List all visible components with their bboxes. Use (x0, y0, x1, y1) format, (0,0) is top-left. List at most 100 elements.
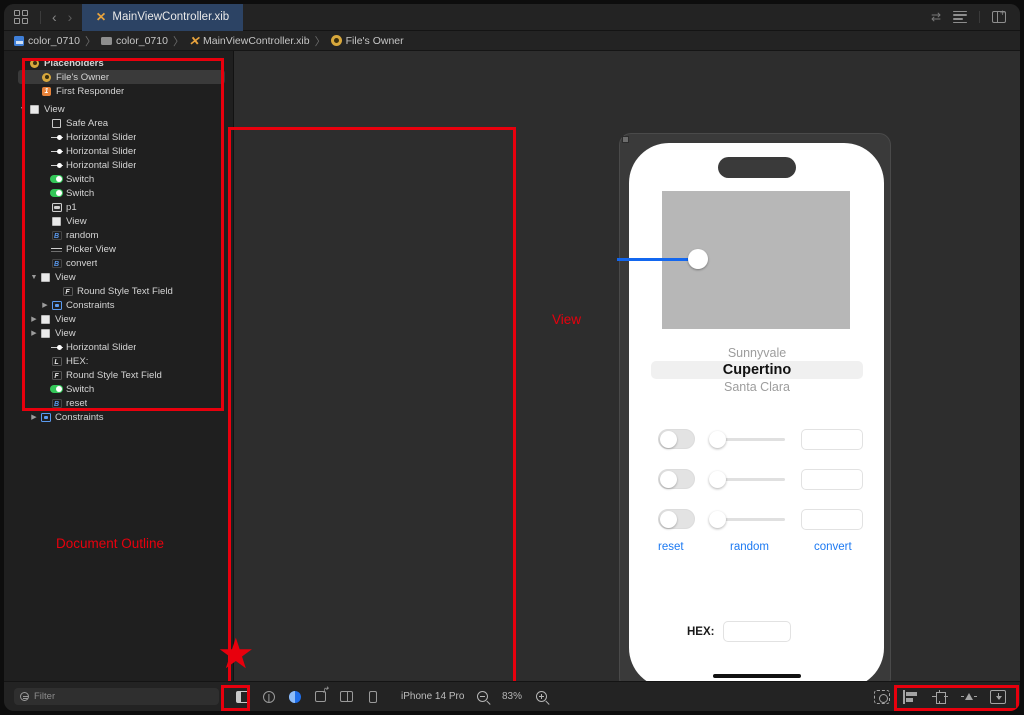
outline-item[interactable]: L HEX: (4, 354, 233, 368)
filter-input[interactable]: Filter (14, 688, 219, 705)
outline-section-placeholders[interactable]: Placeholders (4, 56, 233, 70)
switch-3[interactable] (658, 509, 695, 529)
lines-icon[interactable] (953, 10, 967, 24)
forward-chevron-icon[interactable]: › (68, 10, 73, 24)
outline-label: Horizontal Slider (66, 159, 137, 171)
outline-item[interactable]: Brandom (4, 228, 233, 242)
constraints-icon (39, 412, 52, 422)
add-constraints-icon[interactable] (932, 689, 948, 704)
slider-1-knob[interactable] (709, 431, 726, 448)
chevron-down-icon[interactable]: ▼ (29, 274, 39, 281)
outline-item[interactable]: ▶ Constraints (4, 410, 233, 424)
convert-button[interactable]: convert (814, 541, 852, 553)
outline-item[interactable]: Switch (4, 382, 233, 396)
selection-handle[interactable] (622, 136, 629, 143)
outline-item[interactable]: Horizontal Slider (4, 130, 233, 144)
xcode-window: ‹ › ✕ MainViewController.xib ⇄ color_071… (4, 4, 1020, 711)
outline-item[interactable]: ▼ View (4, 102, 233, 116)
slider-2-knob[interactable] (709, 471, 726, 488)
grid-view-button[interactable] (4, 10, 34, 24)
chevron-down-icon[interactable]: ▼ (18, 106, 28, 113)
variant-icon[interactable] (261, 689, 276, 704)
outline-item[interactable]: Safe Area (4, 116, 233, 130)
orientation-icon[interactable] (313, 685, 329, 704)
picker-row[interactable]: Sunnyvale (651, 345, 863, 361)
outline-item[interactable]: Switch (4, 172, 233, 186)
outline-item[interactable]: View (4, 214, 233, 228)
outline-item[interactable]: Breset (4, 396, 233, 410)
switch-icon (50, 385, 63, 393)
text-field-1[interactable] (801, 429, 863, 450)
outline-item[interactable]: F Round Style Text Field (4, 284, 233, 298)
annotation-label-document-outline: Document Outline (56, 536, 165, 551)
chevron-right-icon[interactable]: ▶ (29, 315, 39, 323)
zoom-out-icon[interactable] (476, 691, 488, 702)
breadcrumb-item-folder[interactable]: color_0710 (100, 35, 168, 47)
outline-item[interactable]: ▶ Constraints (4, 298, 233, 312)
device-icon[interactable] (365, 689, 380, 704)
outline-item[interactable]: F Round Style Text Field (4, 368, 233, 382)
slider-icon (50, 147, 63, 156)
text-field-2[interactable] (801, 469, 863, 490)
chevron-right-icon[interactable]: ▶ (40, 301, 50, 309)
zoom-in-icon[interactable] (536, 691, 548, 702)
outline-item[interactable]: Horizontal Slider (4, 340, 233, 354)
reset-button[interactable]: reset (658, 541, 684, 553)
outline-label: View (55, 271, 76, 283)
annotation-box-view (228, 127, 516, 711)
main-slider-knob[interactable] (688, 249, 708, 269)
outline-item[interactable]: Horizontal Slider (4, 144, 233, 158)
resolve-issues-icon[interactable] (961, 690, 977, 704)
bottom-bar: Filter iPhone 14 Pro 83% (4, 681, 1020, 711)
image-view-icon (50, 202, 63, 212)
navigation-controls: ‹ › (34, 10, 82, 24)
outline-item[interactable]: Horizontal Slider (4, 158, 233, 172)
hex-text-field[interactable] (723, 621, 792, 642)
constraints-icon (50, 300, 63, 310)
outline-item-files-owner[interactable]: File's Owner (18, 70, 225, 84)
chevron-right-icon[interactable]: ▶ (29, 413, 39, 421)
device-name-label[interactable]: iPhone 14 Pro (401, 691, 464, 702)
breadcrumb-item-xib[interactable]: ✕ MainViewController.xib (189, 34, 310, 48)
outline-item[interactable]: Picker View (4, 242, 233, 256)
placeholders-icon (28, 58, 41, 68)
outline-item-first-responder[interactable]: 1 First Responder (4, 84, 233, 98)
random-button[interactable]: random (730, 541, 769, 553)
grid-icon (14, 10, 28, 24)
picker-view[interactable]: Sunnyvale Cupertino Santa Clara (651, 345, 863, 395)
tab-mainviewcontroller-xib[interactable]: ✕ MainViewController.xib (82, 4, 244, 31)
embed-icon[interactable] (990, 689, 1006, 704)
document-outline-toggle-icon[interactable] (235, 689, 250, 704)
outline-item[interactable]: ▶ View (4, 326, 233, 340)
back-chevron-icon[interactable]: ‹ (52, 10, 57, 24)
annotation-label-view: View (552, 312, 582, 327)
split-view-icon[interactable] (339, 689, 354, 704)
appearance-icon[interactable] (287, 689, 302, 704)
update-frames-icon[interactable] (874, 689, 890, 704)
outline-label: Switch (66, 383, 95, 395)
outline-item[interactable]: p1 (4, 200, 233, 214)
add-panel-icon[interactable] (992, 8, 1006, 24)
slider-icon (50, 133, 63, 142)
breadcrumb-item-files-owner[interactable]: File's Owner (330, 35, 404, 47)
outline-item[interactable]: Bconvert (4, 256, 233, 270)
picker-row[interactable]: Santa Clara (651, 379, 863, 395)
swap-icon[interactable]: ⇄ (931, 10, 941, 24)
outline-item[interactable]: Switch (4, 186, 233, 200)
button-row: reset random convert (629, 541, 884, 557)
align-icon[interactable] (903, 689, 919, 704)
outline-item[interactable]: ▼ View (4, 270, 233, 284)
picker-row-selected[interactable]: Cupertino (651, 361, 863, 379)
text-field-3[interactable] (801, 509, 863, 530)
switch-2[interactable] (658, 469, 695, 489)
outline-item[interactable]: ▶ View (4, 312, 233, 326)
chevron-right-icon[interactable]: ▶ (29, 329, 39, 337)
xib-icon: ✕ (96, 10, 107, 24)
breadcrumb-item-project[interactable]: color_0710 (14, 35, 80, 47)
document-outline-panel: Placeholders File's Owner 1 First Respon… (4, 51, 234, 681)
switch-1[interactable] (658, 429, 695, 449)
annotation-star: ★ (217, 630, 255, 677)
button-icon: B (50, 398, 63, 408)
outline-label: random (66, 229, 99, 241)
slider-3-knob[interactable] (709, 511, 726, 528)
